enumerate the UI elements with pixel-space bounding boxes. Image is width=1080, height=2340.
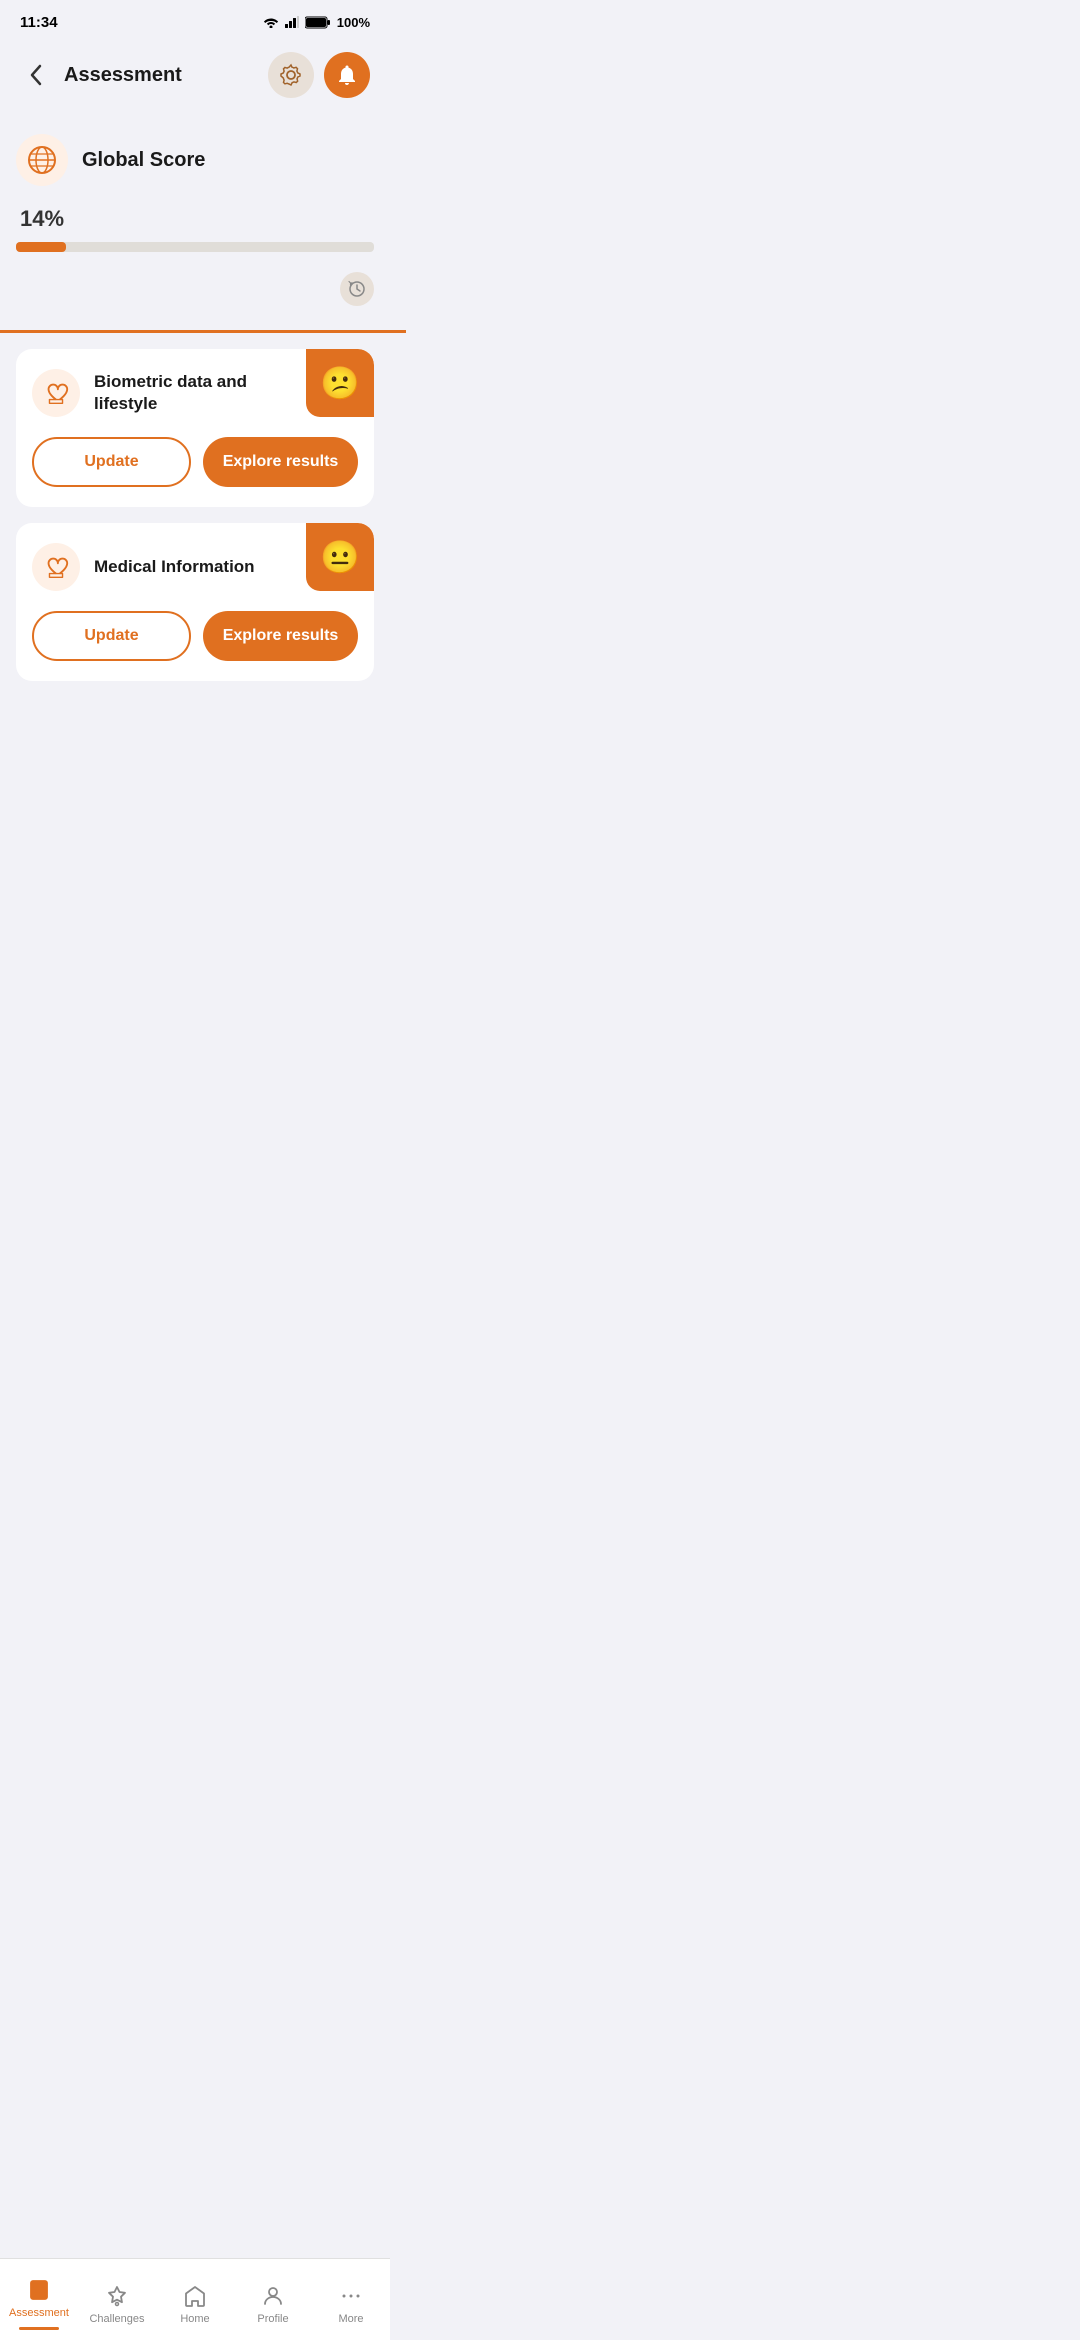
notification-button[interactable]	[324, 52, 370, 98]
battery-icon	[305, 16, 331, 29]
active-indicator	[19, 2327, 59, 2330]
back-arrow-icon	[30, 64, 42, 86]
history-icon-wrap	[16, 272, 374, 306]
biometric-card-title: Biometric data and lifestyle	[94, 371, 294, 415]
nav-item-profile[interactable]: Profile	[234, 2275, 312, 2325]
history-icon-svg	[348, 280, 366, 298]
globe-svg	[26, 144, 58, 176]
back-button[interactable]	[20, 59, 52, 91]
more-nav-icon	[338, 2283, 364, 2309]
settings-icon	[279, 63, 303, 87]
bottom-nav: Assessment Challenges Home Profile	[0, 2258, 390, 2340]
progress-bar-fill	[16, 242, 66, 252]
nav-item-assessment[interactable]: Assessment	[0, 2269, 78, 2330]
biometric-icon-svg	[42, 379, 70, 407]
global-score-card: Global Score 14%	[0, 114, 390, 322]
biometric-emoji-badge: 😕	[306, 349, 374, 417]
settings-button[interactable]	[268, 52, 314, 98]
challenges-icon-svg	[105, 2284, 129, 2308]
history-button[interactable]	[340, 272, 374, 306]
header: Assessment	[0, 44, 390, 114]
signal-icon	[285, 16, 299, 28]
header-actions	[268, 52, 370, 98]
medical-emoji-badge: 😐	[306, 523, 374, 591]
battery-percent: 100%	[337, 15, 370, 30]
assessment-nav-label: Assessment	[9, 2307, 69, 2319]
bell-icon	[335, 63, 359, 87]
status-time: 11:34	[20, 14, 58, 31]
profile-nav-label: Profile	[257, 2313, 288, 2325]
challenges-nav-label: Challenges	[89, 2313, 144, 2325]
medical-card-header-left: Medical Information	[32, 543, 255, 591]
biometric-card-buttons: Update Explore results	[32, 437, 358, 487]
page-title: Assessment	[64, 64, 182, 87]
medical-update-button[interactable]: Update	[32, 611, 191, 661]
profile-icon-svg	[261, 2284, 285, 2308]
medical-card: 😐 Medical Information Update	[16, 523, 374, 681]
biometric-card: 😕 Biometric data and lifestyle	[16, 349, 374, 507]
wifi-icon	[263, 16, 279, 28]
header-left: Assessment	[20, 59, 182, 91]
status-icons: 100%	[263, 15, 370, 30]
assessment-icon-svg	[27, 2278, 51, 2302]
biometric-card-header-left: Biometric data and lifestyle	[32, 369, 294, 417]
score-percent: 14%	[16, 206, 374, 232]
global-score-title: Global Score	[82, 149, 205, 172]
profile-nav-icon	[260, 2283, 286, 2309]
medical-card-buttons: Update Explore results	[32, 611, 358, 661]
assessment-nav-icon	[26, 2277, 52, 2303]
cards-section: 😕 Biometric data and lifestyle	[0, 333, 390, 713]
more-nav-label: More	[338, 2313, 363, 2325]
home-icon-svg	[183, 2284, 207, 2308]
nav-item-more[interactable]: More	[312, 2275, 390, 2325]
global-score-header: Global Score	[16, 134, 374, 186]
biometric-card-icon	[32, 369, 80, 417]
medical-icon-svg	[42, 553, 70, 581]
nav-item-challenges[interactable]: Challenges	[78, 2275, 156, 2325]
medical-card-icon	[32, 543, 80, 591]
more-icon-svg	[339, 2284, 363, 2308]
medical-explore-button[interactable]: Explore results	[203, 611, 358, 661]
challenges-nav-icon	[104, 2283, 130, 2309]
home-nav-icon	[182, 2283, 208, 2309]
status-bar: 11:34 100%	[0, 0, 390, 44]
biometric-update-button[interactable]: Update	[32, 437, 191, 487]
biometric-explore-button[interactable]: Explore results	[203, 437, 358, 487]
progress-bar-container	[16, 242, 374, 252]
medical-card-title: Medical Information	[94, 556, 255, 578]
home-nav-label: Home	[180, 2313, 209, 2325]
nav-item-home[interactable]: Home	[156, 2275, 234, 2325]
globe-icon	[16, 134, 68, 186]
